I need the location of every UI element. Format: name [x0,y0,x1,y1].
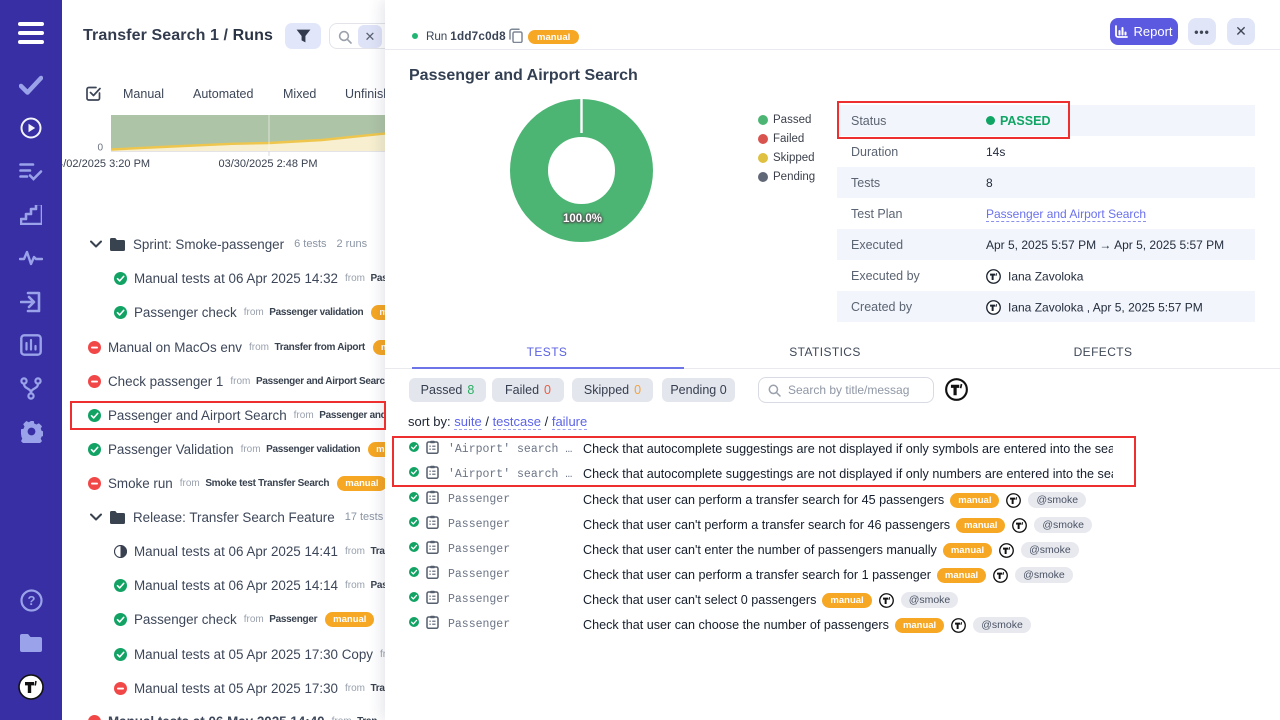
svg-text:04/02/2025 3:20 PM: 04/02/2025 3:20 PM [62,158,150,170]
svg-text:0: 0 [97,143,103,154]
svg-text:03/30/2025 2:48 PM: 03/30/2025 2:48 PM [218,158,317,170]
svg-text:?: ? [27,593,35,608]
